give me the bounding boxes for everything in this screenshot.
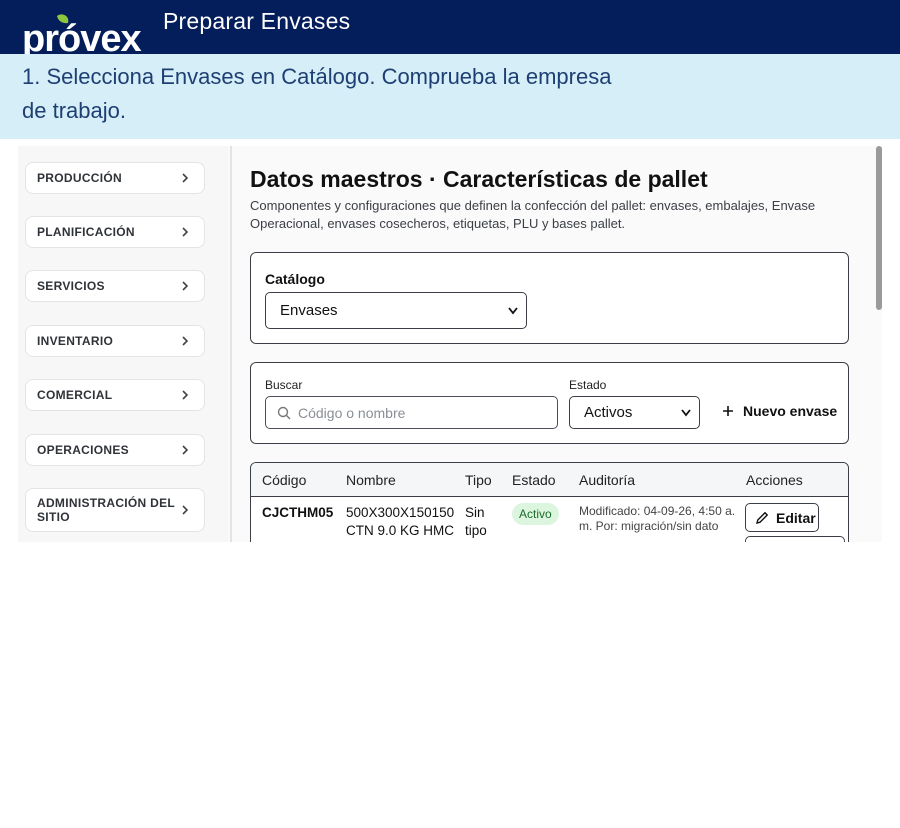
chevron-right-icon <box>182 227 189 237</box>
envases-table: Código Nombre Tipo Estado Auditoría Acci… <box>250 462 849 542</box>
page-title: Datos maestros · Características de pall… <box>250 166 708 192</box>
top-bar: próvex Preparar Envases <box>0 0 900 54</box>
sidebar-item-servicios[interactable]: SERVICIOS <box>25 270 205 302</box>
chevron-down-icon <box>508 306 518 314</box>
cell-nombre: 500X300X150150 CTN 9.0 KG HMC <box>346 505 455 538</box>
instruction-text: 1. Selecciona Envases en Catálogo. Compr… <box>22 64 612 123</box>
filter-card: Buscar Código o nombre Estado Activos Nu… <box>250 362 849 444</box>
cell-auditoria: Modificado: 04-09-26, 4:50 a. m. Por: mi… <box>579 504 736 533</box>
sidebar-item-operaciones[interactable]: OPERACIONES <box>25 434 205 466</box>
chevron-right-icon <box>182 173 189 183</box>
edit-label: Editar <box>776 509 816 526</box>
chevron-down-icon <box>681 408 691 416</box>
plus-icon <box>723 406 733 416</box>
chevron-right-icon <box>182 505 189 515</box>
svg-text:próvex: próvex <box>22 18 141 54</box>
search-input[interactable]: Código o nombre <box>265 396 558 429</box>
state-select[interactable]: Activos <box>569 396 700 429</box>
sidebar-divider <box>230 146 232 542</box>
sidebar-item-produccion[interactable]: PRODUCCIÓN <box>25 162 205 194</box>
cell-tipo: Sin tipo <box>465 505 487 538</box>
catalog-selected-value: Envases <box>280 302 338 319</box>
sidebar-item-comercial[interactable]: COMERCIAL <box>25 379 205 411</box>
col-tipo[interactable]: Tipo <box>465 472 492 488</box>
catalog-label: Catálogo <box>265 271 325 287</box>
chevron-right-icon <box>182 336 189 346</box>
state-selected-value: Activos <box>584 404 633 421</box>
page-subtitle: Componentes y configuraciones que define… <box>250 198 816 231</box>
col-codigo[interactable]: Código <box>262 472 306 488</box>
new-envase-label: Nuevo envase <box>743 403 838 419</box>
col-acciones: Acciones <box>746 472 803 488</box>
search-placeholder: Código o nombre <box>298 404 406 421</box>
col-auditoria[interactable]: Auditoría <box>579 472 635 488</box>
sidebar-item-administracion[interactable]: ADMINISTRACIÓN DEL SITIO <box>25 488 205 532</box>
cell-codigo: CJCTHM05 <box>262 505 334 520</box>
new-envase-button[interactable]: Nuevo envase <box>722 403 837 419</box>
provex-logo: próvex <box>22 14 142 54</box>
status-badge: Activo <box>512 503 559 525</box>
pencil-icon <box>756 511 769 524</box>
main-content: Datos maestros · Características de pall… <box>250 146 870 542</box>
app-screenshot: PRODUCCIÓN PLANIFICACIÓN SERVICIOS INVEN… <box>18 146 882 542</box>
table-header: Código Nombre Tipo Estado Auditoría Acci… <box>251 463 848 497</box>
secondary-action-button[interactable] <box>745 536 845 542</box>
col-nombre[interactable]: Nombre <box>346 472 396 488</box>
chevron-right-icon <box>182 281 189 291</box>
page-header-title: Preparar Envases <box>163 8 351 34</box>
sidebar-item-planificacion[interactable]: PLANIFICACIÓN <box>25 216 205 248</box>
sidebar: PRODUCCIÓN PLANIFICACIÓN SERVICIOS INVEN… <box>18 146 228 542</box>
chevron-right-icon <box>182 390 189 400</box>
catalog-select[interactable]: Envases <box>265 292 527 329</box>
catalog-card: Catálogo Envases <box>250 252 849 344</box>
chevron-right-icon <box>182 445 189 455</box>
state-label: Estado <box>569 378 607 392</box>
edit-button[interactable]: Editar <box>745 503 819 532</box>
search-icon <box>277 406 291 419</box>
sidebar-item-inventario[interactable]: INVENTARIO <box>25 325 205 357</box>
search-label: Buscar <box>265 378 303 392</box>
scrollbar-thumb[interactable] <box>876 146 882 310</box>
col-estado[interactable]: Estado <box>512 472 556 488</box>
